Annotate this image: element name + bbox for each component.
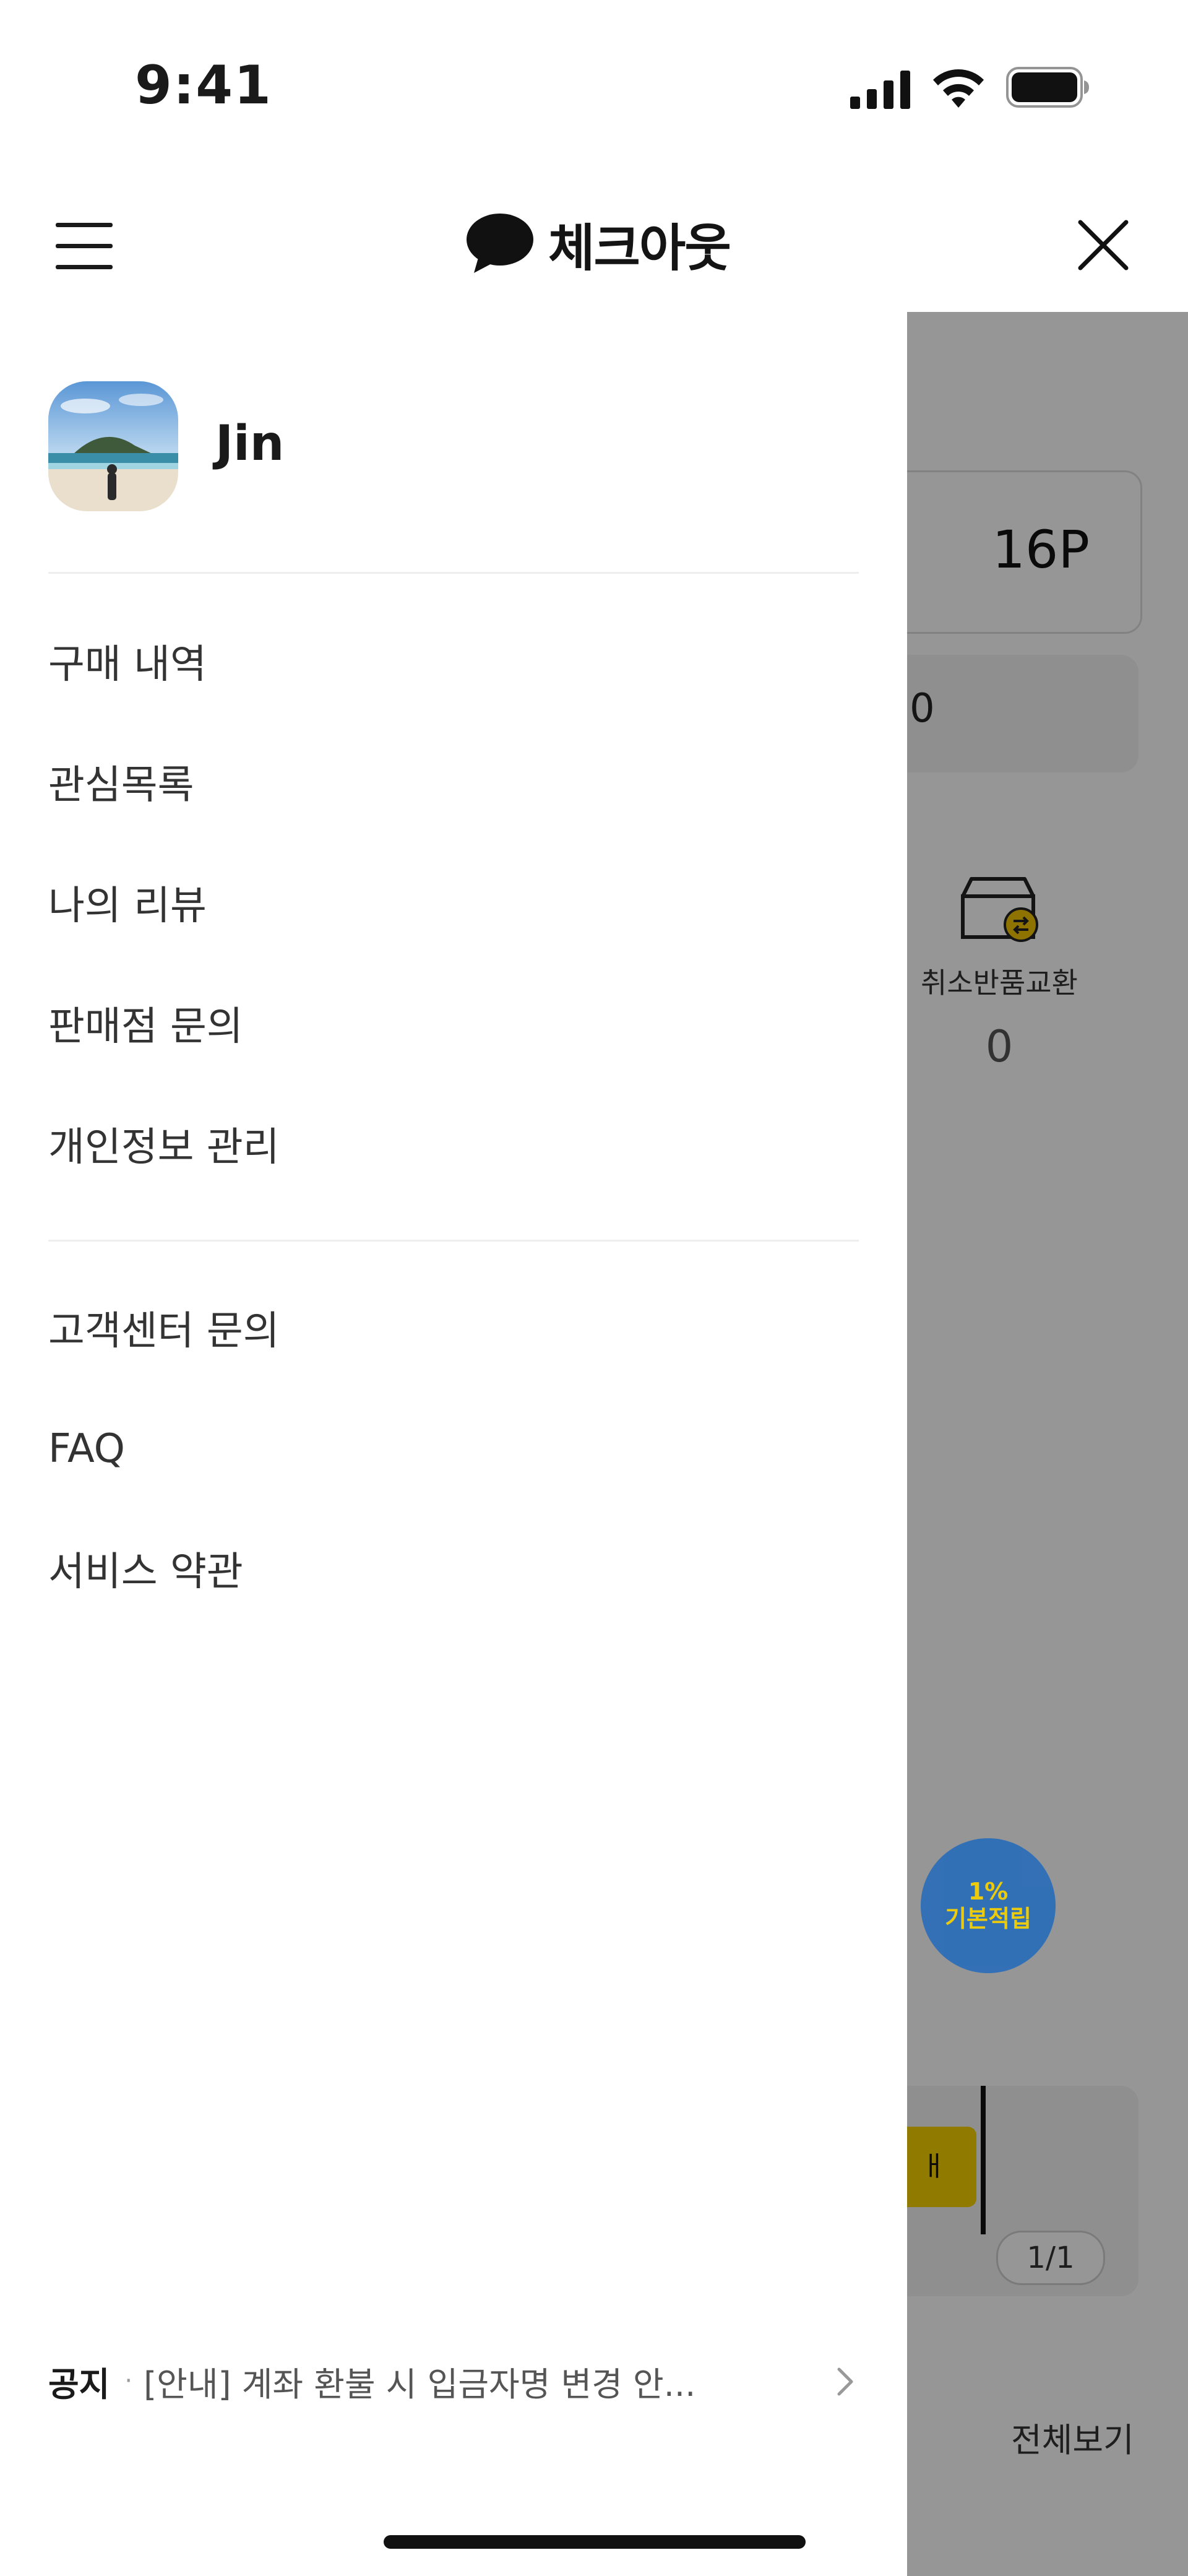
- status-time: 9:41: [135, 54, 272, 116]
- hamburger-menu-icon[interactable]: [56, 223, 113, 270]
- notice-label: 공지: [48, 2364, 110, 2404]
- battery-icon: [1006, 67, 1089, 108]
- profile-name: Jin: [215, 416, 285, 472]
- brand: 체크아웃: [465, 209, 731, 278]
- home-indicator: [384, 2535, 806, 2549]
- menu-item-terms-of-service[interactable]: 서비스 약관: [48, 1522, 859, 1615]
- reward-fab[interactable]: 1% 기본적립: [921, 1838, 1056, 1973]
- divider: [48, 1240, 859, 1242]
- status-bar: 9:41: [0, 0, 1188, 161]
- menu-item-wishlist[interactable]: 관심목록: [48, 735, 859, 828]
- page-title: 체크아웃: [548, 218, 731, 278]
- close-icon[interactable]: [1078, 220, 1129, 270]
- menu-item-faq[interactable]: FAQ: [48, 1403, 859, 1495]
- cellular-signal-icon: [850, 71, 910, 109]
- menu-item-purchase-history[interactable]: 구매 내역: [48, 615, 859, 707]
- notice-bar[interactable]: 공지 · [안내] 계좌 환불 시 입금자명 변경 안...: [48, 2347, 859, 2415]
- reward-fab-label: 기본적립: [945, 1905, 1031, 1932]
- menu-item-privacy-settings[interactable]: 개인정보 관리: [48, 1097, 859, 1190]
- app-header: 체크아웃: [0, 173, 1188, 314]
- divider: [48, 572, 859, 574]
- notice-separator: ·: [124, 2367, 133, 2395]
- chevron-right-icon: [837, 2367, 853, 2396]
- avatar-photo: [48, 381, 178, 511]
- wifi-icon: [933, 69, 984, 108]
- menu-item-my-reviews[interactable]: 나의 리뷰: [48, 856, 859, 949]
- menu-item-customer-center[interactable]: 고객센터 문의: [48, 1281, 859, 1374]
- avatar[interactable]: [48, 381, 178, 511]
- side-drawer: Jin 구매 내역 관심목록 나의 리뷰 판매점 문의 개인정보 관리 고객센터…: [0, 312, 907, 2576]
- speech-bubble-logo-icon: [467, 214, 533, 273]
- notice-text: [안내] 계좌 환불 시 입금자명 변경 안...: [144, 2364, 696, 2404]
- reward-fab-rate: 1%: [968, 1878, 1009, 1906]
- menu-item-seller-inquiry[interactable]: 판매점 문의: [48, 977, 859, 1070]
